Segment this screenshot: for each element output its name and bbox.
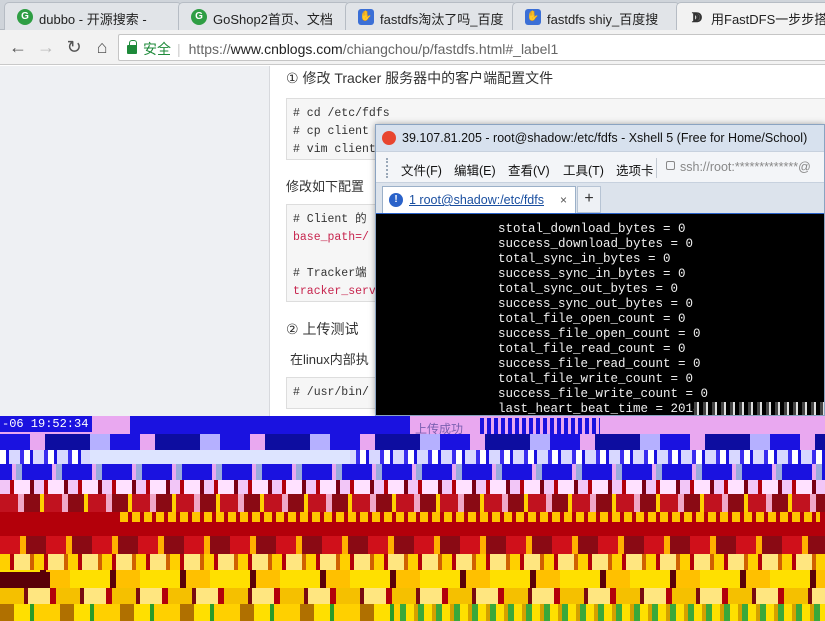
menu-divider [656,158,657,178]
upload-success-text: 上传成功 [415,422,464,436]
paragraph-2: 在linux内部执 [290,352,369,367]
terminal-line: success_sync_out_bytes = 0 [498,297,694,311]
menu-tools[interactable]: 工具(T) [563,160,604,179]
back-icon[interactable]: ← [8,37,28,57]
browser-toolbar: ← → ↻ ⌂ 安全 | https://www.cnblogs.com/chian… [0,30,825,65]
forward-icon[interactable]: → [36,37,56,57]
xshell-menu-bar: 文件(F) 编辑(E) 查看(V) 工具(T) 选项卡 ssh://root:*… [376,151,824,183]
url-path: /chiangchou/p/fastdfs.html#_label1 [342,41,559,57]
xshell-title-bar[interactable]: 39.107.81.205 - root@shadow:/etc/fdfs - … [376,125,824,151]
baidu-paw-icon: ✋ [358,9,374,25]
terminal-line: last_heart_beat_time = 2018 [498,402,701,416]
glitch-band [0,588,825,604]
glitch-band [0,570,825,588]
xshell-logo-icon [382,131,396,145]
terminal-line: success_file_read_count = 0 [498,357,701,371]
terminal-line: total_file_read_count = 0 [498,342,686,356]
lock-icon [127,40,137,54]
glitch-band [480,418,600,434]
terminal-line: success_file_open_count = 0 [498,327,701,341]
browser-tab-goshop[interactable]: G GoShop2首页、文档 [178,2,350,30]
session-status-icon: ! [389,193,403,207]
menu-file[interactable]: 文件(F) [401,160,442,179]
browser-tab-fastdfs-baidu-1[interactable]: ✋ fastdfs淘汰了吗_百度 [345,2,517,30]
glitch-band [0,494,825,512]
browser-tab-title: GoShop2首页、文档 [213,12,333,27]
glitch-band [90,450,350,464]
url-prefix: https:// [188,41,231,57]
new-tab-button[interactable]: + [577,186,601,213]
terminal-line: total_sync_out_bytes = 0 [498,282,679,296]
session-tab-label: 1 root@shadow:/etc/fdfs [409,193,544,207]
glitch-band [0,554,825,570]
secure-label: 安全 [143,41,171,57]
terminal-line: total_file_write_count = 0 [498,372,694,386]
browser-tab-strip: G dubbo - 开源搜索 - G GoShop2首页、文档 ✋ fastdf… [0,0,825,30]
paragraph-1: 修改如下配置 [286,179,365,194]
gitee-g-icon: G [17,9,33,25]
browser-tab-fastdfs-baidu-2[interactable]: ✋ fastdfs shiy_百度搜 [512,2,680,30]
terminal-line: success_sync_in_bytes = 0 [498,267,686,281]
glitch-band [130,416,410,434]
browser-tab-dubbo[interactable]: G dubbo - 开源搜索 - [4,2,182,30]
xshell-title: 39.107.81.205 - root@shadow:/etc/fdfs - … [402,131,808,145]
address-separator: | [177,41,181,57]
glitch-band [0,434,825,450]
glitch-band [400,604,825,621]
gitee-g-icon: G [191,9,207,25]
glitched-timestamp: -06 19:52:34 [0,416,93,432]
ssh-address-field[interactable]: ssh://root:*************@ [680,160,811,174]
terminal-line: success_download_bytes = 0 [498,237,694,251]
browser-tab-title: fastdfs淘汰了吗_百度 [380,12,504,27]
cnblogs-icon: ↇ [691,9,703,25]
glitch-band [0,464,825,480]
corrupted-screen-region: -06 19:52:34 上传成功 [0,416,825,621]
glitch-band [0,416,825,434]
reload-icon[interactable]: ↻ [64,37,84,57]
section-heading-1: ① 修改 Tracker 服务器中的客户端配置文件 [286,70,554,86]
terminal-line: total_sync_in_bytes = 0 [498,252,671,266]
section-heading-2: ② 上传测试 [286,321,359,337]
home-icon[interactable]: ⌂ [92,37,112,57]
menu-view[interactable]: 查看(V) [508,160,550,179]
browser-tab-title: dubbo - 开源搜索 - [39,12,147,27]
toolbar-grip-icon [386,158,390,178]
code-line: # cd /etc/fdfs [293,107,390,120]
browser-tab-title: 用FastDFS一步步搭 [711,12,825,27]
close-icon[interactable]: × [560,193,567,207]
glitch-band [0,480,825,494]
xshell-window[interactable]: 39.107.81.205 - root@shadow:/etc/fdfs - … [375,124,825,416]
address-bar[interactable]: 安全 | https://www.cnblogs.com/chiangchou/p/… [118,34,825,61]
terminal-line: total_file_open_count = 0 [498,312,686,326]
url-host: www.cnblogs.com [230,41,343,57]
terminal-line: stotal_download_bytes = 0 [498,222,686,236]
menu-tabs[interactable]: 选项卡 [616,160,654,179]
baidu-paw-icon: ✋ [525,9,541,25]
browser-tab-fastdfs-cnblogs[interactable]: ↇ 用FastDFS一步步搭 [676,2,825,30]
glitch-band [0,536,825,554]
lock-icon [666,161,675,170]
screen: G dubbo - 开源搜索 - G GoShop2首页、文档 ✋ fastdf… [0,0,825,621]
xshell-session-tabs: ! 1 root@shadow:/etc/fdfs × + [376,183,824,213]
menu-edit[interactable]: 编辑(E) [454,160,496,179]
glitched-pixels [694,402,824,415]
browser-tab-title: fastdfs shiy_百度搜 [547,12,659,27]
session-tab[interactable]: ! 1 root@shadow:/etc/fdfs × [382,186,576,213]
terminal-output[interactable]: stotal_download_bytes = 0 success_downlo… [376,213,824,416]
terminal-line: success_file_write_count = 0 [498,387,709,401]
glitch-band [120,512,820,522]
